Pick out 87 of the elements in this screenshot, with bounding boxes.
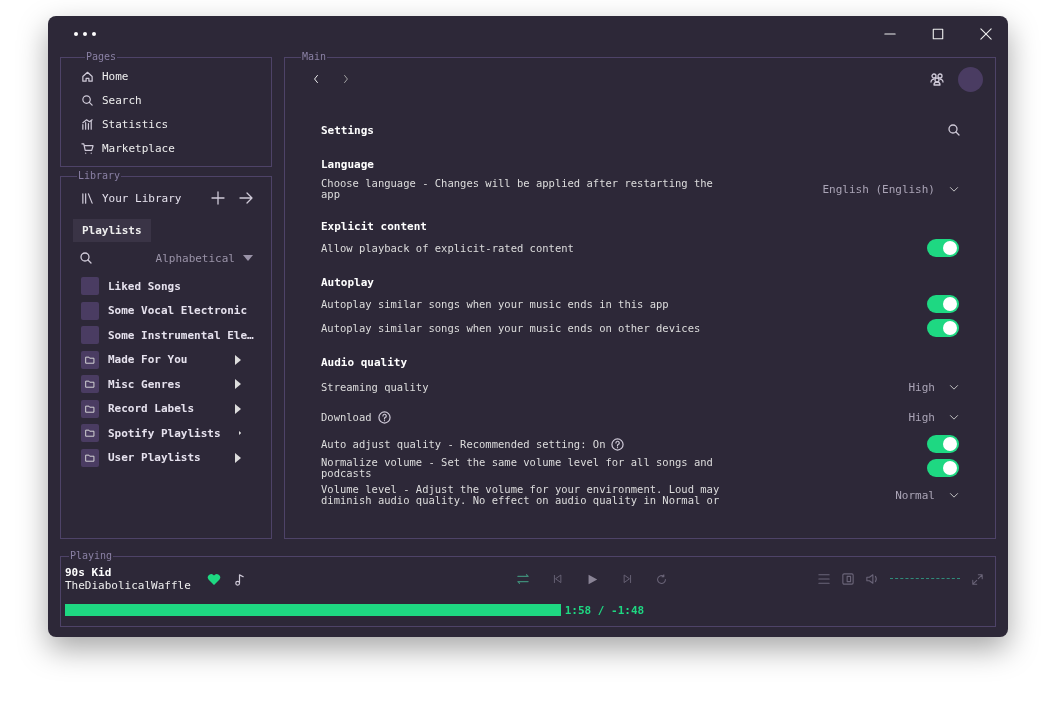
play-icon[interactable] xyxy=(586,573,598,585)
chevron-down-icon xyxy=(949,184,959,194)
home-icon xyxy=(81,69,94,83)
library-icon xyxy=(81,191,94,205)
repeat-icon[interactable] xyxy=(655,573,667,585)
speaker-icon[interactable] xyxy=(866,573,878,585)
folder-icon xyxy=(81,448,99,467)
playlist-item[interactable]: Spotify Playlists xyxy=(108,426,221,440)
setting-label: Normalize volume - Set the same volume level for all songs and podcasts xyxy=(321,457,714,479)
setting-label: Allow playback of explicit-rated content xyxy=(321,242,574,254)
dropdown[interactable]: Normal xyxy=(895,488,959,502)
music-note-icon[interactable] xyxy=(232,572,246,586)
section-title: Audio quality xyxy=(321,355,409,371)
nav-link[interactable]: Search xyxy=(102,93,142,107)
folder-icon xyxy=(81,399,99,418)
folder-icon xyxy=(81,350,99,369)
setting-label: Streaming quality xyxy=(321,381,429,393)
section-title: Explicit content xyxy=(321,219,428,235)
folder-icon xyxy=(81,424,99,443)
toggle-switch[interactable] xyxy=(927,295,959,313)
playlist-item[interactable]: Some Vocal Electronic xyxy=(108,304,248,318)
help-icon[interactable] xyxy=(377,410,391,424)
playlist-cover xyxy=(81,301,99,320)
back-icon[interactable] xyxy=(311,74,321,84)
expand-arrow-icon[interactable] xyxy=(235,452,241,463)
dropdown[interactable]: English (English) xyxy=(822,182,959,196)
toggle-switch[interactable] xyxy=(927,319,959,337)
setting-label: Autoplay similar songs when your music ends on other devices xyxy=(321,322,701,334)
artist-name[interactable]: TheDiabolicalWaffle xyxy=(65,579,191,592)
nav-link[interactable]: Marketplace xyxy=(102,141,175,155)
close-icon[interactable] xyxy=(980,28,992,40)
section-title: Autoplay xyxy=(321,275,375,291)
bar-chart-icon xyxy=(81,117,94,131)
help-icon[interactable] xyxy=(611,437,625,451)
search-icon[interactable] xyxy=(947,123,961,137)
expand-arrow-icon[interactable] xyxy=(235,379,241,390)
playlist-item[interactable]: Some Instrumental Ele… xyxy=(108,328,254,342)
page-title: Settings xyxy=(321,123,374,137)
section-legend: Library xyxy=(77,171,122,181)
section-legend: Playing xyxy=(69,551,114,561)
playlist-item[interactable]: User Playlists xyxy=(108,451,201,465)
chevron-down-icon xyxy=(949,382,959,392)
expand-icon[interactable] xyxy=(972,573,983,585)
filter-chip[interactable]: Playlists xyxy=(73,219,151,242)
dropdown[interactable]: High xyxy=(908,410,959,424)
forward-icon[interactable] xyxy=(341,74,351,84)
playlist-item[interactable]: Misc Genres xyxy=(108,377,181,391)
section-title: Language xyxy=(321,157,375,173)
playlist-item[interactable]: Made For You xyxy=(108,353,188,367)
track-title[interactable]: 90s Kid xyxy=(65,566,191,579)
setting-label: Auto adjust quality - Recommended setting: On xyxy=(321,438,606,450)
more-icon[interactable] xyxy=(73,31,97,37)
setting-label: Download xyxy=(321,411,372,423)
caret-icon xyxy=(243,255,253,261)
chevron-down-icon xyxy=(949,412,959,422)
dropdown[interactable]: High xyxy=(908,380,959,394)
friends-icon[interactable] xyxy=(930,72,944,86)
expand-arrow-icon[interactable] xyxy=(235,403,241,414)
heart-icon[interactable] xyxy=(206,572,221,586)
toggle-switch[interactable] xyxy=(927,239,959,257)
expand-arrow-icon[interactable] xyxy=(235,354,241,365)
plus-icon[interactable] xyxy=(211,191,225,205)
toggle-switch[interactable] xyxy=(927,435,959,453)
setting-label: Choose language - Changes will be applied after restarting the app xyxy=(321,178,714,200)
library-title[interactable]: Your Library xyxy=(102,191,182,205)
nav-link[interactable]: Statistics xyxy=(102,117,169,131)
playlist-item[interactable]: Record Labels xyxy=(108,402,195,416)
shuffle-icon[interactable] xyxy=(516,573,529,585)
search-icon xyxy=(81,93,94,107)
arrow-right-icon[interactable] xyxy=(239,191,253,205)
section-legend: Pages xyxy=(85,52,118,62)
nav-link[interactable]: Home xyxy=(102,69,129,83)
playback-time: 1:58 / -1:48 xyxy=(564,603,645,617)
playlist-item[interactable]: Liked Songs xyxy=(108,279,181,293)
setting-label: Volume level - Adjust the volume for your environment. Loud may diminish audio quality. No effect on audio quality in Normal or xyxy=(321,484,721,506)
section-legend: Main xyxy=(301,53,328,62)
maximize-icon[interactable] xyxy=(932,28,944,40)
cart-icon xyxy=(81,141,94,155)
search-icon[interactable] xyxy=(79,251,93,265)
devices-icon[interactable] xyxy=(842,573,854,585)
setting-label: Autoplay similar songs when your music ends in this app xyxy=(321,298,669,310)
toggle-switch[interactable] xyxy=(927,459,959,477)
sort-dropdown[interactable]: Alphabetical xyxy=(155,251,235,265)
playlist-cover xyxy=(81,326,99,345)
folder-icon xyxy=(81,375,99,394)
playlist-cover xyxy=(81,277,99,296)
chevron-down-icon xyxy=(949,490,959,500)
